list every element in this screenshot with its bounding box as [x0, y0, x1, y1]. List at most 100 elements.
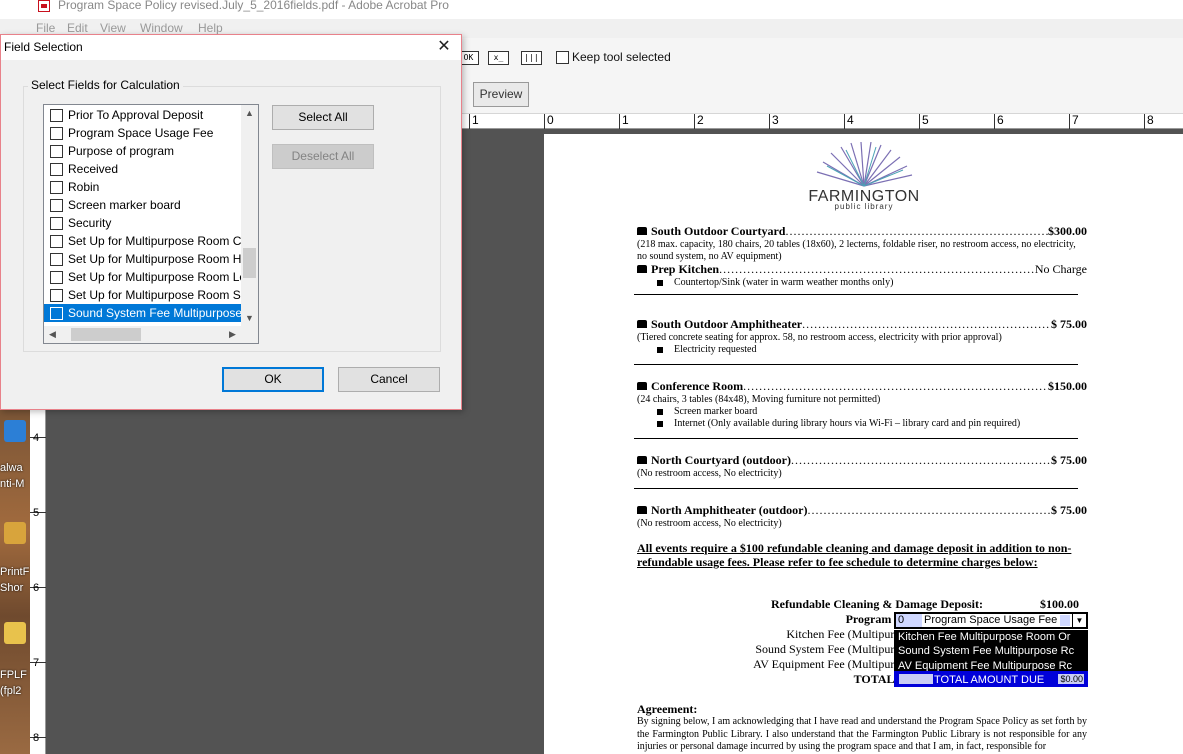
field-highlight: [1060, 615, 1070, 626]
deposit-value: $100.00: [1040, 597, 1079, 611]
menu-help[interactable]: Help: [198, 21, 223, 35]
desktop-label: Shor: [0, 582, 24, 594]
checkbox-field-icon[interactable]: [637, 265, 647, 273]
deposit-notice: All events require a $100 refundable cle…: [637, 541, 1072, 569]
checkbox-icon[interactable]: [50, 234, 63, 248]
desktop-label: alwa: [0, 462, 23, 474]
usage-fee-value: 0: [896, 614, 922, 627]
printfolder-shortcut-icon[interactable]: [4, 522, 26, 544]
venue-south-outdoor-courtyard: South Outdoor Courtyard ................…: [637, 224, 1087, 263]
dialog-titlebar[interactable]: Field Selection ✕: [1, 35, 461, 60]
ruler-label: 1: [472, 113, 479, 127]
checkbox-field-icon[interactable]: [637, 506, 647, 514]
checkbox-icon[interactable]: [50, 144, 63, 158]
venue-option: Internet (Only available during library …: [637, 418, 1087, 430]
list-item[interactable]: Robin: [44, 178, 242, 196]
vertical-ruler: 4 5 6 7 8: [30, 410, 46, 754]
scroll-thumb[interactable]: [71, 328, 141, 341]
horizontal-ruler: 1 0 1 2 3 4 5 6 7 8: [462, 113, 1183, 129]
ok-button[interactable]: OK: [222, 367, 324, 392]
pdf-page: FARMINGTON public library South Outdoor …: [544, 134, 1183, 754]
ruler-label: 6: [33, 582, 40, 594]
ruler-label: 4: [847, 113, 854, 127]
window-title: Program Space Policy revised.July_5_2016…: [58, 0, 449, 12]
list-item[interactable]: Set Up for Multipurpose Room C: [44, 232, 242, 250]
ruler-tick: [844, 114, 845, 129]
checkbox-icon[interactable]: [50, 108, 63, 122]
checkbox-field-icon[interactable]: [637, 320, 647, 328]
antimalware-icon[interactable]: [4, 420, 26, 442]
divider: [634, 438, 1078, 439]
venue-name: South Outdoor Amphitheater: [651, 317, 803, 331]
venue-price: $150.00: [1048, 379, 1087, 393]
list-item[interactable]: Set Up for Multipurpose Room Le: [44, 268, 242, 286]
vertical-scrollbar[interactable]: ▲ ▼: [241, 105, 258, 327]
scroll-left-icon[interactable]: ◀: [44, 326, 61, 343]
venue-note: (218 max. capacity, 180 chairs, 20 table…: [637, 239, 1076, 262]
venue-north-amphitheater: North Amphitheater (outdoor) ...........…: [637, 503, 1087, 530]
deselect-all-button[interactable]: Deselect All: [272, 144, 374, 169]
cancel-button[interactable]: Cancel: [338, 367, 440, 392]
ruler-label: 5: [922, 113, 929, 127]
venue-option: Countertop/Sink (water in warm weather m…: [637, 277, 1087, 289]
venue-price: $ 75.00: [1051, 453, 1087, 467]
list-item[interactable]: Received: [44, 160, 242, 178]
preview-button[interactable]: Preview: [473, 82, 529, 107]
checkbox-field-icon[interactable]: [637, 456, 647, 464]
field-selection-dialog: Field Selection ✕ Select Fields for Calc…: [0, 34, 462, 410]
list-item[interactable]: Program Space Usage Fee: [44, 124, 242, 142]
menu-edit[interactable]: Edit: [67, 21, 88, 35]
checkbox-icon[interactable]: [50, 198, 63, 212]
checkbox-icon[interactable]: [50, 252, 63, 266]
scroll-down-icon[interactable]: ▼: [241, 310, 258, 327]
list-item[interactable]: Set Up for Multipurpose Room Sc: [44, 286, 242, 304]
list-item[interactable]: Screen marker board: [44, 196, 242, 214]
close-icon[interactable]: ✕: [433, 37, 455, 57]
checkbox-icon[interactable]: [50, 306, 63, 320]
list-item[interactable]: Set Up for Multipurpose Room H: [44, 250, 242, 268]
ruler-label: 6: [997, 113, 1004, 127]
checkbox-icon[interactable]: [50, 162, 63, 176]
list-item[interactable]: Purpose of program: [44, 142, 242, 160]
select-all-button[interactable]: Select All: [272, 105, 374, 130]
scroll-up-icon[interactable]: ▲: [241, 105, 258, 122]
ruler-tick: [544, 114, 545, 129]
checkbox-icon[interactable]: [50, 270, 63, 284]
keep-tool-selected-checkbox[interactable]: Keep tool selected: [556, 50, 671, 64]
ruler-tick: [619, 114, 620, 129]
field-label: Screen marker board: [68, 198, 181, 212]
ruler-label: 7: [33, 657, 40, 669]
fields-listbox[interactable]: Prior To Approval Deposit Program Space …: [43, 104, 259, 344]
list-item[interactable]: Security: [44, 214, 242, 232]
menu-file[interactable]: File: [36, 21, 55, 35]
menu-window[interactable]: Window: [140, 21, 183, 35]
checkbox-icon[interactable]: [50, 126, 63, 140]
list-item-selected[interactable]: Sound System Fee Multipurpose: [44, 304, 242, 322]
document-pane-background: [462, 129, 544, 754]
chevron-down-icon[interactable]: ▼: [1072, 614, 1086, 627]
checkbox-icon[interactable]: [50, 180, 63, 194]
scroll-right-icon[interactable]: ▶: [224, 326, 241, 343]
folder-icon[interactable]: [4, 622, 26, 644]
desktop-label: (fpl2: [0, 685, 22, 697]
total-amount-field[interactable]: TOTAL AMOUNT DUE $0.00: [894, 671, 1088, 687]
list-item[interactable]: Prior To Approval Deposit: [44, 106, 242, 124]
scroll-thumb[interactable]: [243, 248, 256, 278]
checkbox-icon[interactable]: [50, 288, 63, 302]
text-field-tool-icon[interactable]: x_: [488, 51, 509, 65]
checkbox-field-icon[interactable]: [637, 227, 647, 235]
barcode-tool-icon[interactable]: |||: [521, 51, 542, 65]
venue-north-courtyard: North Courtyard (outdoor) ..............…: [637, 453, 1087, 480]
ruler-tick: [1144, 114, 1145, 129]
ruler-label: 4: [33, 432, 40, 444]
ruler-label: 8: [1147, 113, 1154, 127]
horizontal-scrollbar[interactable]: ◀ ▶: [44, 326, 258, 343]
total-field-value: $0.00: [1058, 674, 1084, 684]
group-label: Select Fields for Calculation: [28, 78, 183, 92]
divider: [634, 294, 1078, 295]
checkbox-icon[interactable]: [50, 216, 63, 230]
checkbox-field-icon[interactable]: [637, 382, 647, 390]
menu-view[interactable]: View: [100, 21, 126, 35]
farmington-library-logo: FARMINGTON public library: [799, 142, 929, 211]
divider: [634, 364, 1078, 365]
